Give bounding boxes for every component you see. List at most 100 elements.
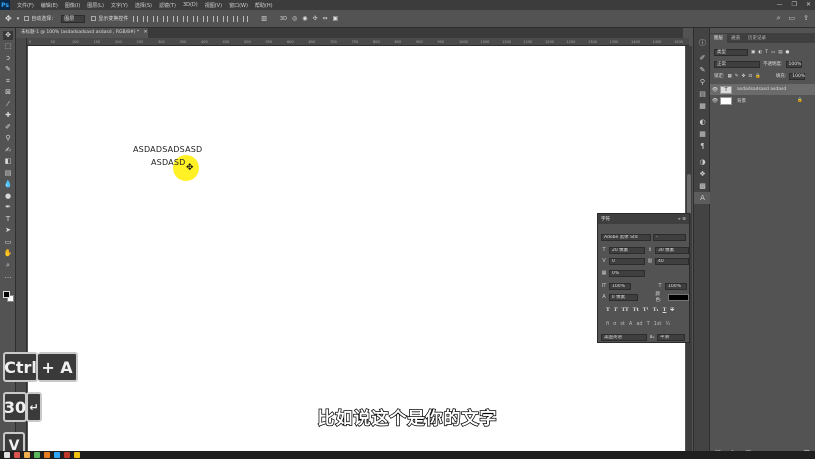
filter-smart-icon[interactable]: ▤ <box>778 50 782 55</box>
panel-menu-icon[interactable]: » ≡ <box>678 217 686 222</box>
menu-window[interactable]: 窗口(W) <box>229 2 248 9</box>
tracking-input[interactable]: 40 <box>655 257 689 265</box>
close-tab-icon[interactable]: ✕ <box>144 30 148 35</box>
foreground-color-swatch[interactable] <box>3 291 10 298</box>
quick-select-tool-icon[interactable]: ✎ <box>3 65 13 74</box>
ligatures-button[interactable]: fi <box>606 321 609 327</box>
3d-orbit-icon[interactable]: ◎ <box>292 15 297 22</box>
pen-tool-icon[interactable]: ✒ <box>3 203 13 212</box>
lasso-tool-icon[interactable]: ↄ <box>3 54 13 63</box>
channels-panel-icon[interactable]: ▩ <box>694 180 711 192</box>
move-tool-icon[interactable]: ✥ <box>3 30 13 40</box>
document-canvas[interactable] <box>28 46 685 459</box>
filter-shape-icon[interactable]: ▭ <box>771 50 775 55</box>
menu-layer[interactable]: 图层(L) <box>87 2 104 9</box>
antialias-dropdown[interactable]: 平滑 <box>657 333 685 341</box>
styles-panel-icon[interactable]: ❖ <box>694 168 711 180</box>
type-tool-icon[interactable]: T <box>3 215 13 224</box>
subscript-button[interactable]: T₁ <box>653 307 659 313</box>
taskbar-app-icon[interactable] <box>74 452 80 458</box>
search-icon[interactable]: ⌕ <box>777 14 781 23</box>
menu-edit[interactable]: 编辑(E) <box>41 2 58 9</box>
swatches-panel-icon[interactable]: ▦ <box>694 128 711 140</box>
menu-view[interactable]: 视图(V) <box>205 2 222 9</box>
menu-type[interactable]: 文字(Y) <box>111 2 128 9</box>
layer-kind-dropdown[interactable]: 类型 <box>714 48 748 56</box>
menu-filter[interactable]: 滤镜(T) <box>159 2 176 9</box>
lock-pixels-icon[interactable]: ▦ <box>728 74 732 79</box>
auto-select-checkbox[interactable] <box>24 16 30 21</box>
text-color-swatch[interactable] <box>667 293 689 301</box>
all-caps-button[interactable]: TT <box>621 307 628 313</box>
filter-adjust-icon[interactable]: ◐ <box>758 50 762 55</box>
more-tools-icon[interactable]: … <box>3 272 13 281</box>
tool-preset-chevron-icon[interactable]: ▾ <box>17 16 20 22</box>
3d-roll-icon[interactable]: ◉ <box>302 15 307 22</box>
small-caps-button[interactable]: Tt <box>633 307 639 313</box>
font-family-dropdown[interactable]: Adobe 黑体 Std <box>601 233 651 241</box>
ordinals-button[interactable]: 1st <box>654 321 662 327</box>
strikethrough-button[interactable]: T <box>670 307 674 313</box>
crop-tool-icon[interactable]: ⌗ <box>3 77 13 86</box>
marquee-tool-icon[interactable]: ⬚ <box>3 42 13 51</box>
3d-pan-icon[interactable]: ✣ <box>312 15 317 22</box>
contextual-button[interactable]: σ <box>613 321 616 327</box>
info-panel-icon[interactable]: ⓘ <box>694 37 711 49</box>
align-top-icon[interactable] <box>133 15 139 22</box>
distribute-bottom-icon[interactable] <box>213 15 219 22</box>
blur-tool-icon[interactable]: 💧 <box>3 180 13 189</box>
document-tab[interactable]: 未标题-1 @ 100% (asdadsadsasd asdasd , RGB/… <box>16 28 148 38</box>
font-style-dropdown[interactable]: - <box>653 233 686 241</box>
align-right-icon[interactable] <box>183 15 189 22</box>
share-icon[interactable]: ⇪ <box>803 14 809 23</box>
hand-tool-icon[interactable]: ✋ <box>3 249 13 258</box>
close-icon[interactable]: ✕ <box>806 1 811 8</box>
filter-pixel-icon[interactable]: ▣ <box>751 50 755 55</box>
clone-source-icon[interactable]: ⚲ <box>694 76 711 88</box>
show-transform-checkbox[interactable] <box>91 16 97 21</box>
distribute-hcenter-icon[interactable] <box>233 15 239 22</box>
properties-panel-icon[interactable]: ▦ <box>694 100 711 112</box>
align-left-icon[interactable] <box>163 15 169 22</box>
auto-select-dropdown[interactable]: 图层 <box>61 14 86 23</box>
taskbar-app-icon[interactable] <box>4 452 10 458</box>
history-brush-tool-icon[interactable]: ✍ <box>3 146 13 155</box>
brush-panel-icon[interactable]: ✐ <box>694 52 711 64</box>
stylistic-button[interactable]: ad <box>636 321 642 327</box>
distribute-left-icon[interactable] <box>223 15 229 22</box>
lock-move-icon[interactable]: ✥ <box>742 74 746 79</box>
taskbar-photoshop-icon[interactable] <box>54 452 60 458</box>
brush-tool-icon[interactable]: ✐ <box>3 123 13 132</box>
adjustments-panel-icon[interactable]: ◑ <box>694 156 711 168</box>
language-dropdown[interactable]: 美国英语 <box>601 333 647 341</box>
faux-bold-button[interactable]: T <box>606 307 610 313</box>
layer-name[interactable]: 背景 <box>737 98 746 104</box>
history-panel-icon[interactable]: ▤ <box>694 88 711 100</box>
gradient-tool-icon[interactable]: ▤ <box>3 169 13 178</box>
kerning-input[interactable]: 0 <box>609 257 645 265</box>
lock-all-icon[interactable]: 🔒 <box>755 74 761 79</box>
healing-brush-tool-icon[interactable]: ✚ <box>3 111 13 120</box>
tsume-input[interactable]: 0% <box>609 269 645 277</box>
layer-name[interactable]: asdadsadsasd asdasd <box>737 87 786 92</box>
baseline-shift-input[interactable]: 0 像素 <box>608 293 638 301</box>
faux-italic-button[interactable]: T <box>614 307 618 313</box>
distribute-right-icon[interactable] <box>243 15 249 22</box>
brush-settings-icon[interactable]: ✎ <box>694 64 711 76</box>
menu-help[interactable]: 帮助(H) <box>255 2 273 9</box>
align-bottom-icon[interactable] <box>153 15 159 22</box>
titling-button[interactable]: T <box>647 321 650 327</box>
eraser-tool-icon[interactable]: ◧ <box>3 157 13 166</box>
filter-type-icon[interactable]: T <box>765 50 768 55</box>
eyedropper-tool-icon[interactable]: ⁄ <box>3 100 13 109</box>
restore-icon[interactable]: ❐ <box>792 1 797 8</box>
distribute-top-icon[interactable] <box>193 15 199 22</box>
fill-input[interactable]: 100% <box>789 72 806 80</box>
superscript-button[interactable]: T¹ <box>643 307 649 313</box>
scrollbar-thumb[interactable] <box>687 174 691 214</box>
blend-mode-dropdown[interactable]: 正常 <box>714 60 760 68</box>
lock-artboard-icon[interactable]: ⊡ <box>748 74 752 79</box>
rectangle-tool-icon[interactable]: ▭ <box>3 238 13 247</box>
menu-select[interactable]: 选择(S) <box>135 2 152 9</box>
lock-paint-icon[interactable]: ✎ <box>735 74 739 79</box>
